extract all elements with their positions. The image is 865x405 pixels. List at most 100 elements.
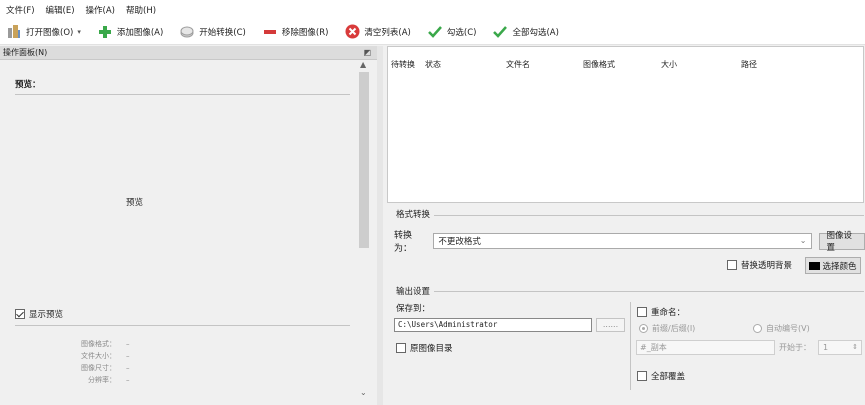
add-image-label: 添加图像(A) <box>116 27 164 38</box>
toolbar: 打开图像(O) ▾ 添加图像(A) 开始转换(C) 移除图像(R) 清空列表(A… <box>0 19 865 45</box>
info-value: – <box>126 352 130 360</box>
info-value: – <box>126 364 130 372</box>
remove-image-label: 移除图像(R) <box>281 27 329 38</box>
column-header[interactable]: 路径 <box>741 59 757 70</box>
check-all-label: 全部勾选(A) <box>512 27 559 38</box>
show-preview-label: 显示预览 <box>29 310 64 320</box>
check-button[interactable]: 勾选(C) <box>427 24 477 40</box>
open-image-button[interactable]: 打开图像(O) ▾ <box>6 24 81 40</box>
clear-list-label: 清空列表(A) <box>364 27 411 38</box>
info-key: 图像格式： <box>81 340 116 348</box>
preview-area: 预览 <box>126 198 144 208</box>
convert-icon <box>179 24 195 40</box>
checkbox-icon[interactable] <box>637 371 647 381</box>
add-image-button[interactable]: 添加图像(A) <box>97 24 163 40</box>
divider <box>15 325 350 326</box>
clear-list-button[interactable]: 清空列表(A) <box>344 24 411 40</box>
menu-help[interactable]: 帮助(H) <box>126 4 156 16</box>
info-value: – <box>126 340 130 348</box>
auto-number-radio[interactable]: 自动编号(V) <box>753 323 810 334</box>
output-settings-title: 输出设置 <box>396 287 431 297</box>
name-pattern-field[interactable]: #_副本 <box>636 340 775 355</box>
menu-edit[interactable]: 编辑(E) <box>46 4 75 16</box>
pin-icon[interactable]: ◩ <box>363 46 371 59</box>
remove-icon <box>262 24 278 40</box>
column-header[interactable]: 状态 <box>425 59 441 70</box>
info-key: 文件大小： <box>81 352 116 360</box>
radio-selected-icon[interactable] <box>639 324 648 333</box>
scroll-up-icon[interactable]: ▲ <box>360 60 366 69</box>
open-image-label: 打开图像(O) <box>26 27 74 38</box>
checkbox-icon[interactable] <box>637 307 647 317</box>
auto-number-label: 自动编号(V) <box>766 324 810 333</box>
menu-file[interactable]: 文件(F) <box>6 4 35 16</box>
start-at-stepper[interactable]: 1 ⇕ <box>818 340 862 355</box>
prefix-suffix-label: 前缀/后缀(I) <box>652 324 696 333</box>
source-dir-label: 原图像目录 <box>410 344 453 354</box>
vertical-scrollbar[interactable]: ▲ ⌄ <box>357 60 372 405</box>
show-preview-checkbox[interactable]: 显示预览 <box>15 308 63 320</box>
checkbox-icon[interactable] <box>396 343 406 353</box>
browse-button[interactable]: ...... <box>596 318 625 332</box>
remove-image-button[interactable]: 移除图像(R) <box>262 24 329 40</box>
checkbox-icon[interactable] <box>727 260 737 270</box>
info-row: 图像尺寸： – <box>60 362 170 374</box>
start-convert-button[interactable]: 开始转换(C) <box>179 24 246 40</box>
select-color-label: 选择颜色 <box>822 261 857 272</box>
checkmark-icon <box>492 24 508 40</box>
start-at-label: 开始于： <box>779 343 811 352</box>
check-label: 勾选(C) <box>446 27 477 38</box>
checkmark-icon <box>427 24 443 40</box>
column-header[interactable]: 文件名 <box>506 59 530 70</box>
menu-action[interactable]: 操作(A) <box>86 4 115 16</box>
format-select-value: 不更改格式 <box>438 237 481 247</box>
convert-to-label: 转换为： <box>394 231 413 254</box>
divider <box>15 94 350 95</box>
panel-splitter[interactable] <box>377 46 383 405</box>
image-settings-button[interactable]: 图像设置 <box>819 231 865 253</box>
info-row: 分辨率： – <box>60 374 170 386</box>
radio-icon[interactable] <box>753 324 762 333</box>
overwrite-all-label: 全部覆盖 <box>651 372 686 382</box>
info-row: 文件大小： – <box>60 350 170 362</box>
prefix-suffix-radio[interactable]: 前缀/后缀(I) <box>639 323 695 334</box>
source-dir-checkbox[interactable]: 原图像目录 <box>396 342 453 354</box>
info-key: 图像尺寸： <box>81 364 116 372</box>
start-at-value: 1 <box>823 343 829 352</box>
info-value: – <box>126 376 130 384</box>
format-convert-title: 格式转换 <box>396 210 431 220</box>
save-path-field[interactable]: C:\Users\Administrator <box>394 318 592 332</box>
operation-panel: 预览： 预览 显示预览 图像格式： – 文件大小： – 图像尺寸： – 分辨率： – ▲… <box>0 60 377 405</box>
start-convert-label: 开始转换(C) <box>199 27 246 38</box>
open-image-icon <box>6 24 22 40</box>
check-all-button[interactable]: 全部勾选(A) <box>492 24 559 40</box>
overwrite-all-checkbox[interactable]: 全部覆盖 <box>637 370 685 382</box>
info-key: 分辨率： <box>88 376 116 384</box>
divider <box>434 291 864 292</box>
column-header[interactable]: 待转换 <box>391 59 415 70</box>
column-header[interactable]: 图像格式 <box>583 59 615 70</box>
chevron-down-icon[interactable]: ⌄ <box>800 236 807 245</box>
stepper-arrows-icon[interactable]: ⇕ <box>852 341 858 354</box>
scroll-down-icon[interactable]: ⌄ <box>360 388 367 397</box>
divider <box>434 215 864 216</box>
chevron-down-icon[interactable]: ▾ <box>77 28 81 36</box>
file-list[interactable]: 待转换 状态 文件名 图像格式 大小 路径 <box>387 46 864 203</box>
preview-label: 预览： <box>15 80 41 90</box>
rename-checkbox[interactable]: 重命名： <box>637 306 685 318</box>
column-header[interactable]: 大小 <box>661 59 677 70</box>
panel-title: 操作面板(N) <box>3 48 48 57</box>
select-color-button[interactable]: 选择颜色 <box>805 257 861 274</box>
info-row: 图像格式： – <box>60 338 170 350</box>
operation-panel-header: 操作面板(N) ◩ <box>0 46 377 60</box>
save-to-label: 保存到： <box>396 304 431 314</box>
format-select[interactable]: 不更改格式 ⌄ <box>433 233 813 249</box>
rename-label: 重命名： <box>651 308 686 318</box>
clear-icon <box>344 24 360 40</box>
replace-transparent-checkbox[interactable]: 替换透明背景 <box>727 259 792 271</box>
scroll-thumb[interactable] <box>359 72 369 248</box>
checkbox-checked-icon[interactable] <box>15 309 25 319</box>
menu-bar: 文件(F) 编辑(E) 操作(A) 帮助(H) <box>0 0 865 19</box>
image-info: 图像格式： – 文件大小： – 图像尺寸： – 分辨率： – <box>60 338 170 386</box>
add-icon <box>97 24 113 40</box>
